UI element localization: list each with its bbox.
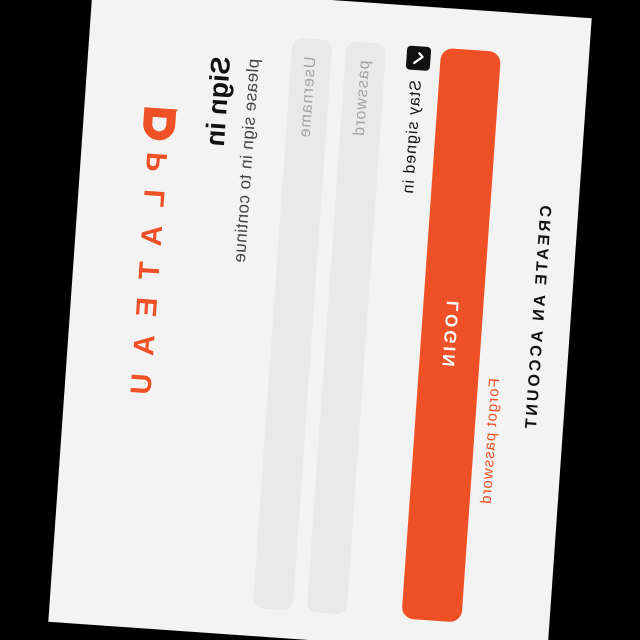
viewport: PLATEAU Sign in please sign in to contin… <box>0 0 640 640</box>
login-screen: PLATEAU Sign in please sign in to contin… <box>48 0 592 640</box>
stay-signed-in-label: Stay signed in <box>399 79 425 195</box>
check-icon <box>413 52 424 65</box>
page-subtitle: please sign in to continue <box>229 58 264 264</box>
stay-signed-in-row[interactable]: Stay signed in <box>397 45 432 195</box>
brand-name: PLATEAU <box>123 151 174 414</box>
create-account-link[interactable]: CREATE AN ACCOUNT <box>523 205 557 432</box>
page-title: Sign in <box>199 55 237 148</box>
brand: PLATEAU <box>121 103 180 414</box>
forgot-password-link[interactable]: Forgot password <box>478 378 504 506</box>
stay-signed-in-checkbox[interactable] <box>405 45 432 72</box>
plateau-logo-icon <box>140 103 181 144</box>
